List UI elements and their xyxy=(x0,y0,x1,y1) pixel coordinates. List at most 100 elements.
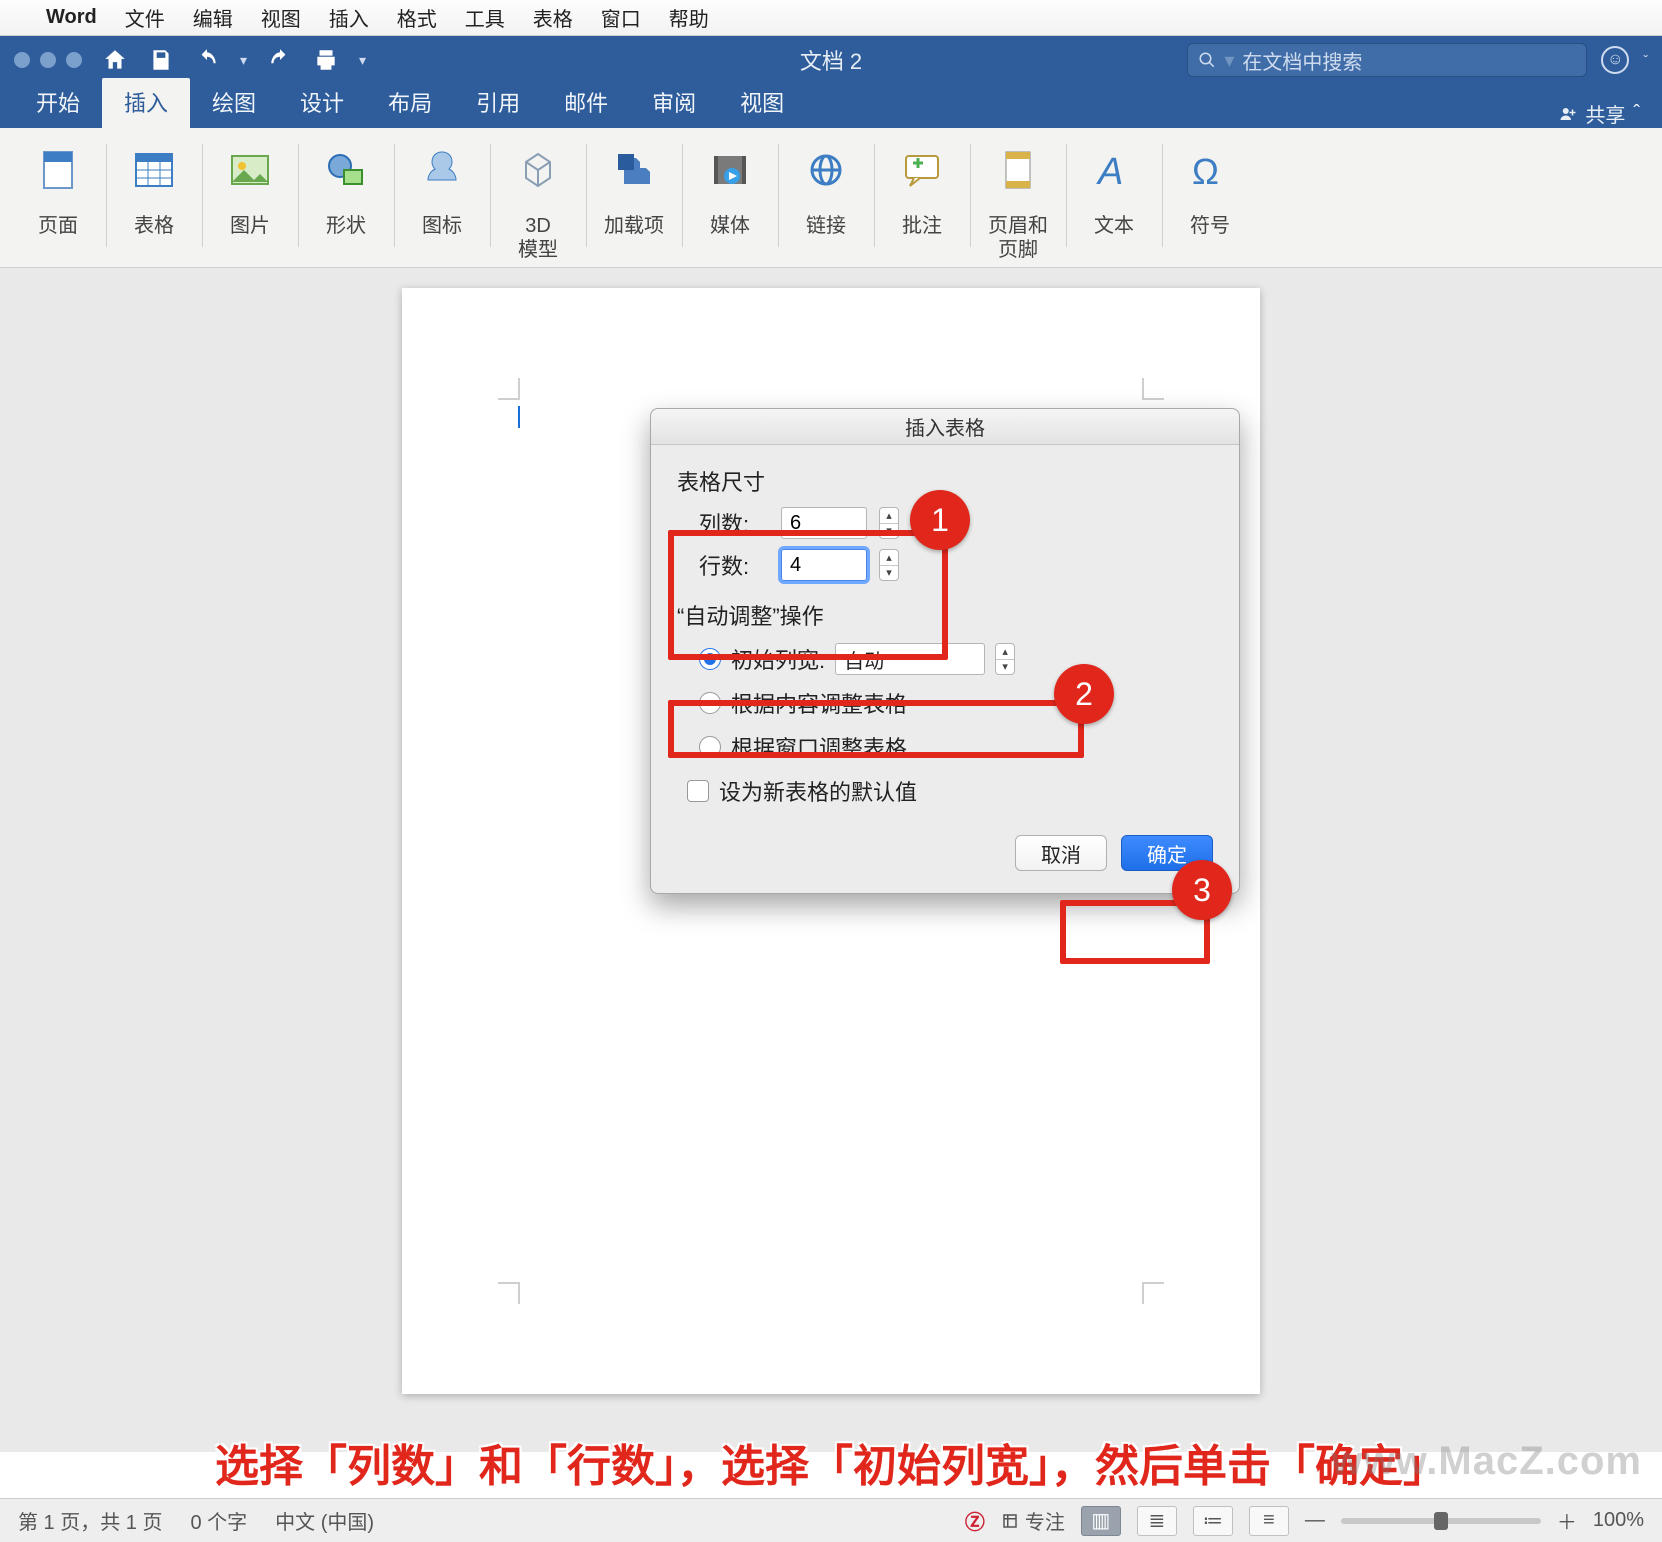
view-outline-icon[interactable]: ≔ xyxy=(1193,1506,1233,1536)
group-pages[interactable]: 页面 xyxy=(10,134,106,267)
ribbon-collapse-icon[interactable]: ˇ xyxy=(1643,52,1648,68)
tab-home[interactable]: 开始 xyxy=(14,78,102,128)
menu-help[interactable]: 帮助 xyxy=(669,3,709,32)
window-titlebar: ▾ ▾ 文档 2 ▾ 在文档中搜索 ☺ ˇ xyxy=(0,36,1662,84)
group-label: 链接 xyxy=(806,214,846,238)
group-shapes[interactable]: 形状 xyxy=(298,134,394,267)
view-print-layout-icon[interactable]: ▥ xyxy=(1081,1506,1121,1536)
menu-file[interactable]: 文件 xyxy=(125,3,165,32)
group-pictures[interactable]: 图片 xyxy=(202,134,298,267)
text-icon: A xyxy=(1084,142,1144,198)
ok-button[interactable]: 确定 xyxy=(1121,835,1213,871)
initial-width-field[interactable]: 自动 xyxy=(835,643,985,675)
text-cursor xyxy=(518,406,520,428)
chevron-down-icon[interactable]: ▾ xyxy=(880,566,898,581)
status-page[interactable]: 第 1 页，共 1 页 xyxy=(18,1506,162,1535)
group-3d[interactable]: 3D 模型 xyxy=(490,134,586,267)
share-button[interactable]: 共享 ˆ xyxy=(1559,99,1648,128)
macro-record-icon[interactable]: Ⓩ xyxy=(965,1506,985,1535)
group-table[interactable]: 表格 xyxy=(106,134,202,267)
tab-layout[interactable]: 布局 xyxy=(366,78,454,128)
focus-icon xyxy=(1001,1512,1019,1530)
group-symbols[interactable]: Ω 符号 xyxy=(1162,134,1258,267)
chevron-up-icon[interactable]: ▴ xyxy=(880,508,898,524)
print-icon[interactable] xyxy=(313,47,339,73)
group-comment[interactable]: 批注 xyxy=(874,134,970,267)
cube-icon xyxy=(508,142,568,198)
group-media[interactable]: 媒体 xyxy=(682,134,778,267)
group-label: 文本 xyxy=(1094,214,1134,238)
status-language[interactable]: 中文 (中国) xyxy=(275,1506,374,1535)
tab-design[interactable]: 设计 xyxy=(278,78,366,128)
focus-mode-button[interactable]: 专注 xyxy=(1001,1506,1065,1535)
addins-icon xyxy=(604,142,664,198)
section-size-label: 表格尺寸 xyxy=(677,465,1213,497)
chevron-up-icon[interactable]: ▴ xyxy=(996,644,1014,660)
menu-table[interactable]: 表格 xyxy=(533,3,573,32)
menu-format[interactable]: 格式 xyxy=(397,3,437,32)
tab-references[interactable]: 引用 xyxy=(454,78,542,128)
cols-field[interactable] xyxy=(781,507,867,539)
chevron-down-icon[interactable]: ▾ xyxy=(880,524,898,539)
initial-width-stepper[interactable]: ▴▾ xyxy=(995,643,1015,675)
status-wordcount[interactable]: 0 个字 xyxy=(190,1506,247,1535)
group-label: 图片 xyxy=(230,214,270,238)
dialog-title: 插入表格 xyxy=(651,409,1239,445)
home-icon[interactable] xyxy=(102,47,128,73)
tab-draw[interactable]: 绘图 xyxy=(190,78,278,128)
zoom-in-button[interactable]: ＋ xyxy=(1557,1506,1577,1535)
group-links[interactable]: 链接 xyxy=(778,134,874,267)
svg-text:Ω: Ω xyxy=(1192,151,1219,192)
chevron-up-icon[interactable]: ▴ xyxy=(880,550,898,566)
group-icons[interactable]: 图标 xyxy=(394,134,490,267)
tab-view[interactable]: 视图 xyxy=(718,78,806,128)
close-window-icon[interactable] xyxy=(14,52,30,68)
menu-view[interactable]: 视图 xyxy=(261,3,301,32)
menu-edit[interactable]: 编辑 xyxy=(193,3,233,32)
collapse-ribbon-icon[interactable]: ˆ xyxy=(1633,102,1640,125)
search-input[interactable]: ▾ 在文档中搜索 xyxy=(1187,43,1587,77)
group-addins[interactable]: 加载项 xyxy=(586,134,682,267)
radio-fit-window[interactable] xyxy=(699,736,721,758)
undo-icon[interactable] xyxy=(194,47,220,73)
undo-dropdown-icon[interactable]: ▾ xyxy=(240,52,247,69)
menu-tools[interactable]: 工具 xyxy=(465,3,505,32)
zoom-slider[interactable] xyxy=(1341,1518,1541,1524)
feedback-icon[interactable]: ☺ xyxy=(1601,46,1629,74)
rows-field[interactable] xyxy=(781,549,867,581)
media-icon xyxy=(700,142,760,198)
rows-stepper[interactable]: ▴▾ xyxy=(879,549,899,581)
view-draft-icon[interactable]: ≡ xyxy=(1249,1506,1289,1536)
tab-mail[interactable]: 邮件 xyxy=(542,78,630,128)
view-web-layout-icon[interactable]: ≣ xyxy=(1137,1506,1177,1536)
radio-fit-content[interactable] xyxy=(699,692,721,714)
zoom-level[interactable]: 100% xyxy=(1593,1509,1644,1532)
svg-text:A: A xyxy=(1096,151,1123,193)
group-label: 图标 xyxy=(422,214,462,238)
radio-initial-width[interactable] xyxy=(699,648,721,670)
menu-window[interactable]: 窗口 xyxy=(601,3,641,32)
group-label: 符号 xyxy=(1190,214,1230,238)
checkbox-default[interactable] xyxy=(687,780,709,802)
print-dropdown-icon[interactable]: ▾ xyxy=(359,52,366,69)
tab-review[interactable]: 审阅 xyxy=(630,78,718,128)
shapes-icon xyxy=(316,142,376,198)
group-header-footer[interactable]: 页眉和 页脚 xyxy=(970,134,1066,267)
save-icon[interactable] xyxy=(148,47,174,73)
redo-icon[interactable] xyxy=(267,47,293,73)
app-name[interactable]: Word xyxy=(46,6,97,29)
margin-mark-icon xyxy=(498,1282,520,1304)
cancel-button[interactable]: 取消 xyxy=(1015,835,1107,871)
share-label: 共享 xyxy=(1585,99,1625,128)
minimize-window-icon[interactable] xyxy=(40,52,56,68)
tab-insert[interactable]: 插入 xyxy=(102,78,190,128)
traffic-lights[interactable] xyxy=(14,52,82,68)
menu-insert[interactable]: 插入 xyxy=(329,3,369,32)
chevron-down-icon[interactable]: ▾ xyxy=(996,660,1014,675)
margin-mark-icon xyxy=(1142,378,1164,400)
radio-fit-content-label: 根据内容调整表格 xyxy=(731,687,907,719)
group-text[interactable]: A 文本 xyxy=(1066,134,1162,267)
zoom-out-button[interactable]: — xyxy=(1305,1509,1325,1532)
cols-stepper[interactable]: ▴▾ xyxy=(879,507,899,539)
zoom-window-icon[interactable] xyxy=(66,52,82,68)
